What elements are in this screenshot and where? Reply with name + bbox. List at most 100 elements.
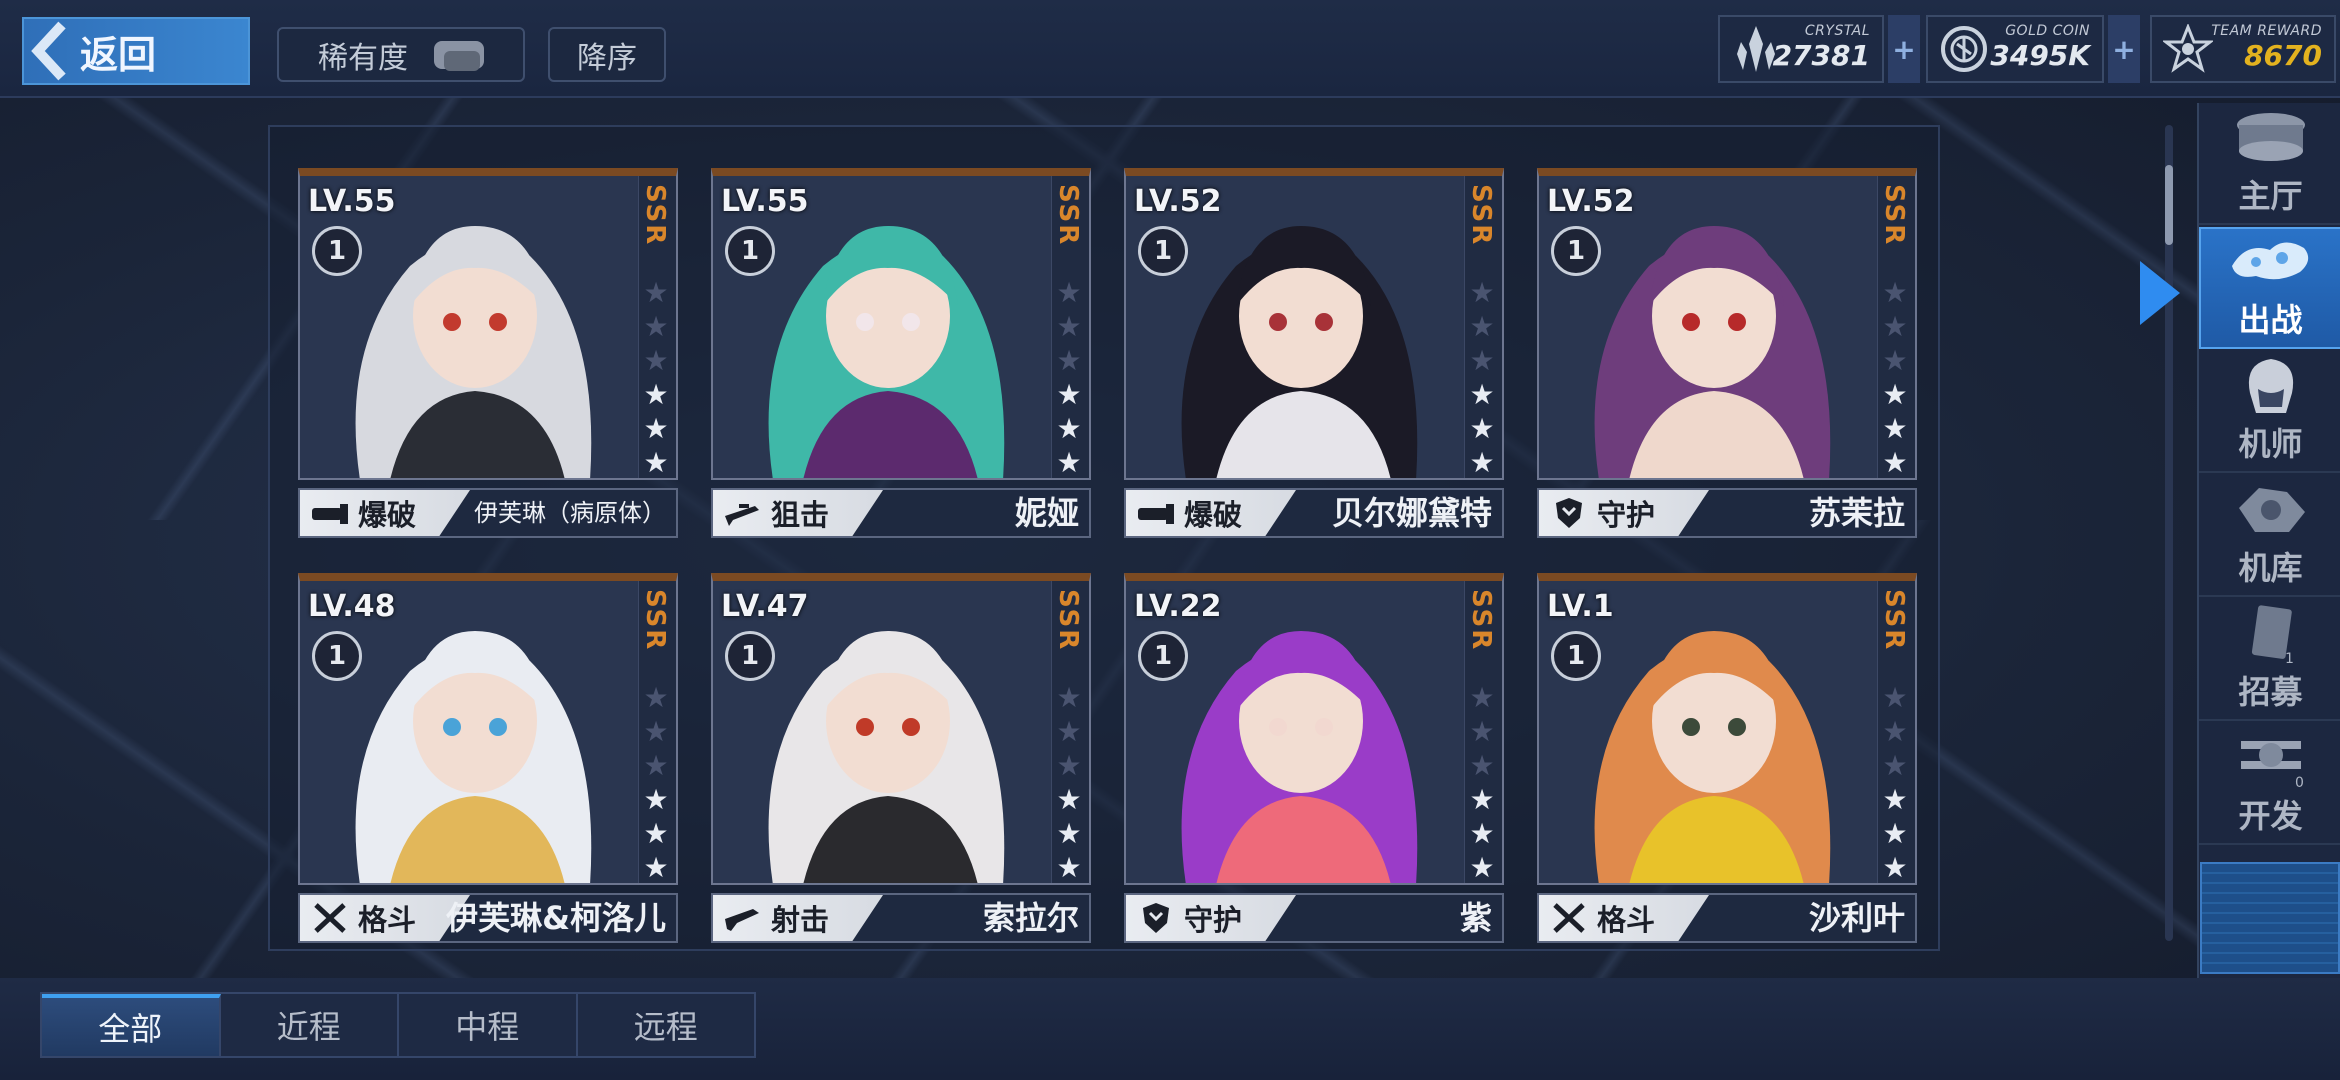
nav-hangar[interactable]: 机库 <box>2199 475 2340 597</box>
currency-name: CRYSTAL <box>1804 23 1870 39</box>
nav-develop[interactable]: 0 开发 <box>2199 723 2340 845</box>
character-card[interactable]: LV.47 1 SSR ★ ★ ★ ★ ★ ★ 射击 索拉尔 <box>711 573 1091 948</box>
rarity-column: SSR ★ ★ ★ ★ ★ ★ <box>638 581 676 884</box>
sort-rarity-label: 稀有度 <box>318 40 408 76</box>
star-rating: ★ ★ ★ ★ ★ ★ <box>642 681 670 884</box>
character-card[interactable]: LV.55 1 SSR ★ ★ ★ ★ ★ ★ 爆破 伊芙琳（病原体） <box>298 168 678 543</box>
sortie-icon <box>2226 229 2316 295</box>
character-card[interactable]: LV.22 1 SSR ★ ★ ★ ★ ★ ★ 守护紫 <box>1124 573 1504 948</box>
character-card[interactable]: LV.1 1 SSR ★ ★ ★ ★ ★ ★ 格斗 沙利叶 <box>1537 573 1917 948</box>
currency-name: TEAM REWARD <box>2211 23 2322 39</box>
sort-order-label: 降序 <box>577 40 637 76</box>
tab-short-range[interactable]: 近程 <box>221 994 399 1056</box>
star-icon: ★ <box>1469 817 1495 850</box>
rarity-label: SSR <box>1879 184 1909 247</box>
star-icon: ★ <box>1469 681 1495 714</box>
character-frame: LV.47 1 SSR ★ ★ ★ ★ ★ ★ <box>711 573 1091 885</box>
character-frame: LV.48 1 SSR ★ ★ ★ ★ ★ ★ <box>298 573 678 885</box>
character-level: LV.52 <box>1134 184 1222 219</box>
nav-recruit[interactable]: 1 招募 <box>2199 599 2340 721</box>
star-icon: ★ <box>643 378 669 411</box>
back-button[interactable]: 返回 <box>22 17 250 85</box>
nav-main-hall[interactable]: 主厅 <box>2199 103 2340 225</box>
back-label: 返回 <box>80 32 157 77</box>
character-name-bar: 格斗 伊芙琳&柯洛儿 <box>298 893 678 943</box>
star-icon: ★ <box>1056 681 1082 714</box>
tab-long-range[interactable]: 远程 <box>578 994 755 1056</box>
tab-mid-range[interactable]: 中程 <box>399 994 578 1056</box>
character-card[interactable]: LV.55 1 SSR ★ ★ ★ ★ ★ ★ 狙击 妮娅 <box>711 168 1091 543</box>
sort-order-button[interactable]: 降序 <box>548 27 666 82</box>
star-icon: ★ <box>1056 310 1082 343</box>
star-icon: ★ <box>643 681 669 714</box>
star-icon: ★ <box>643 851 669 884</box>
star-icon: ★ <box>1882 715 1908 748</box>
rarity-label: SSR <box>1466 589 1496 652</box>
currency-value: 8670 <box>2244 39 2322 72</box>
character-level: LV.22 <box>1134 589 1222 624</box>
star-rating: ★ ★ ★ ★ ★ ★ <box>1468 276 1496 478</box>
role-label: 守护 <box>1184 903 1243 937</box>
role-icon <box>1134 900 1178 936</box>
star-icon: ★ <box>1469 749 1495 782</box>
star-icon: ★ <box>1056 851 1082 884</box>
nav-pilot[interactable]: 机师 <box>2199 351 2340 473</box>
character-portrait <box>1539 581 1879 883</box>
character-frame: LV.52 1 SSR ★ ★ ★ ★ ★ ★ <box>1124 168 1504 480</box>
main-hall-icon <box>2226 103 2316 171</box>
role-tag: 格斗 <box>1539 895 1709 941</box>
tab-label: 全部 <box>98 1010 163 1048</box>
character-card[interactable]: LV.52 1 SSR ★ ★ ★ ★ ★ ★ 爆破 贝尔娜黛特 <box>1124 168 1504 543</box>
character-frame: LV.55 1 SSR ★ ★ ★ ★ ★ ★ <box>298 168 678 480</box>
character-name: 伊芙琳（病原体） <box>474 499 666 527</box>
character-card[interactable]: LV.52 1 SSR ★ ★ ★ ★ ★ ★ 守护 苏茉拉 <box>1537 168 1917 543</box>
star-icon: ★ <box>643 817 669 850</box>
star-icon: ★ <box>1882 783 1908 816</box>
star-icon: ★ <box>1056 446 1082 479</box>
star-icon: ★ <box>643 412 669 445</box>
role-tag: 爆破 <box>1126 490 1296 536</box>
recruit-badge: 1 <box>2285 651 2294 665</box>
character-name: 沙利叶 <box>1808 899 1905 937</box>
star-rating: ★ ★ ★ ★ ★ ★ <box>1881 681 1909 883</box>
rarity-label: SSR <box>1879 589 1909 652</box>
chevron-left-icon <box>24 19 72 83</box>
minimap[interactable] <box>2200 862 2340 974</box>
scrollbar[interactable] <box>2165 125 2173 941</box>
add-gold-coin-button[interactable]: + <box>2108 15 2140 83</box>
character-portrait <box>300 176 640 478</box>
character-portrait <box>1126 176 1466 478</box>
star-rating: ★ ★ ★ ★ ★ ★ <box>1468 681 1496 884</box>
develop-icon: 0 <box>2226 723 2316 791</box>
nav-sortie[interactable]: 出战 <box>2199 227 2340 349</box>
role-icon <box>721 900 765 936</box>
star-icon: ★ <box>1469 783 1495 816</box>
rarity-label: SSR <box>1053 184 1083 247</box>
role-label: 爆破 <box>358 498 417 532</box>
nav-label: 出战 <box>2238 301 2303 339</box>
character-level: LV.55 <box>308 184 396 219</box>
tab-label: 中程 <box>455 1008 520 1046</box>
character-portrait <box>713 176 1053 478</box>
add-crystal-button[interactable]: + <box>1888 15 1920 83</box>
character-card[interactable]: LV.48 1 SSR ★ ★ ★ ★ ★ ★ 格斗 伊芙琳&柯洛儿 <box>298 573 678 948</box>
role-tag: 射击 <box>713 895 883 941</box>
tab-all[interactable]: 全部 <box>42 994 221 1056</box>
rarity-column: SSR ★ ★ ★ ★ ★ ★ <box>1051 176 1089 479</box>
character-name-bar: 爆破 伊芙琳（病原体） <box>298 488 678 538</box>
rarity-label: SSR <box>640 589 670 652</box>
character-level: LV.48 <box>308 589 396 624</box>
rarity-column: SSR ★ ★ ★ ★ ★ ★ <box>1464 581 1502 884</box>
character-name: 妮娅 <box>1014 494 1079 532</box>
star-icon: ★ <box>1469 715 1495 748</box>
currency-name: GOLD COIN <box>2005 23 2090 39</box>
pilot-icon <box>2226 351 2316 419</box>
role-label: 爆破 <box>1184 498 1243 532</box>
star-icon: ★ <box>1469 851 1495 884</box>
rank-badge: 1 <box>312 631 362 681</box>
scrollbar-thumb[interactable] <box>2165 165 2173 245</box>
sort-rarity-button[interactable]: 稀有度 <box>277 27 525 82</box>
character-frame: LV.22 1 SSR ★ ★ ★ ★ ★ ★ <box>1124 573 1504 885</box>
rarity-label: SSR <box>1053 589 1083 652</box>
star-icon: ★ <box>643 783 669 816</box>
